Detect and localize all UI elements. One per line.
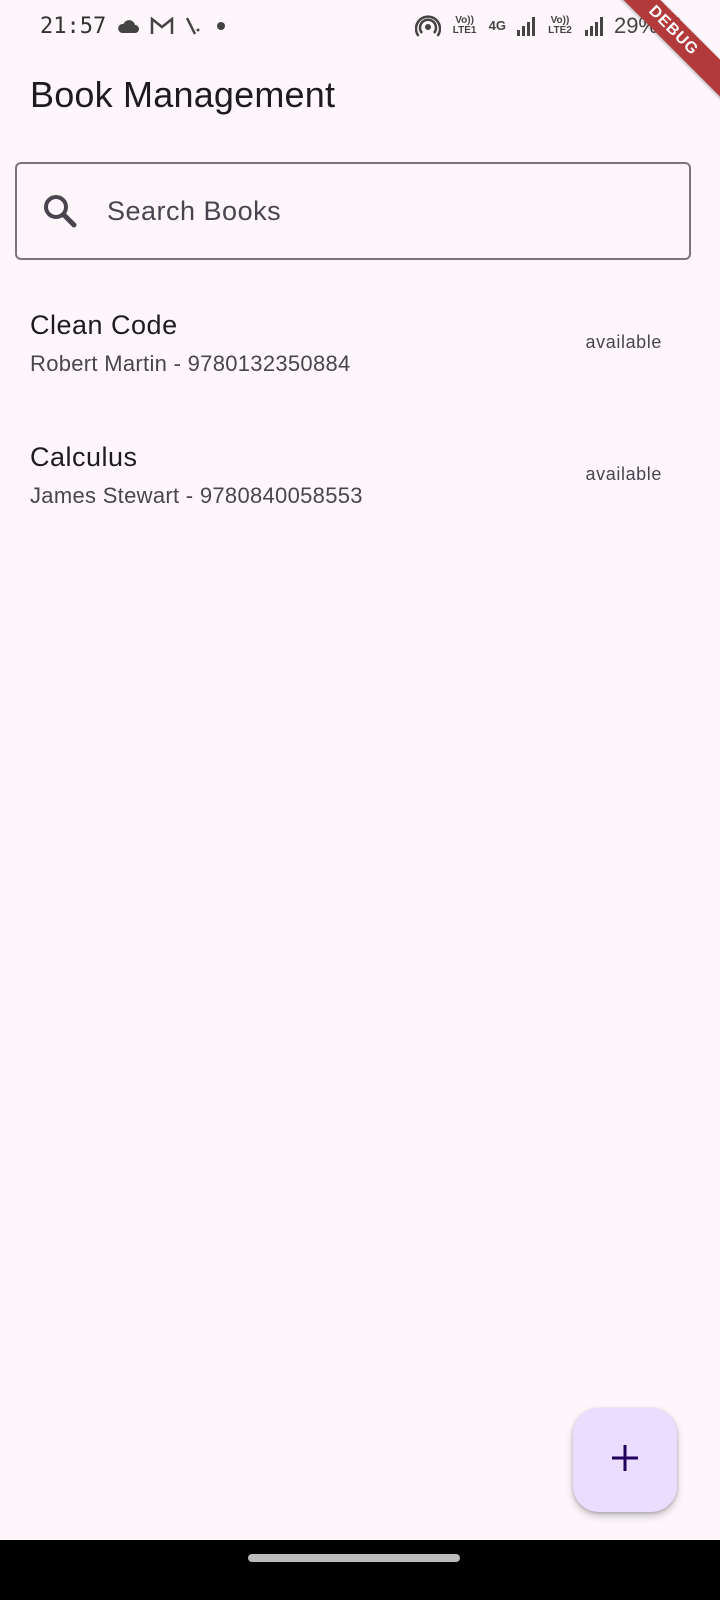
search-input[interactable]	[105, 194, 629, 228]
book-list: Clean Code Robert Martin - 9780132350884…	[0, 290, 720, 554]
page-title: Book Management	[30, 74, 336, 115]
cloud-icon	[116, 18, 140, 34]
book-author-isbn: James Stewart - 9780840058553	[30, 483, 363, 508]
signal1-icon	[516, 16, 536, 36]
status-time: 21:57	[40, 13, 107, 39]
book-status: available	[585, 464, 662, 484]
book-author-isbn: Robert Martin - 9780132350884	[30, 351, 351, 376]
home-gesture-handle[interactable]	[248, 1554, 460, 1562]
search-icon	[41, 192, 79, 230]
plus-icon	[610, 1443, 640, 1478]
status-bar: 21:57 Vo)) LTE1 4G Vo)) LTE2 29%	[0, 0, 720, 52]
signal2-icon	[584, 16, 604, 36]
hotspot-icon	[414, 15, 441, 37]
list-item[interactable]: Calculus James Stewart - 9780840058553 a…	[0, 422, 720, 554]
dot-icon	[214, 19, 228, 33]
search-field[interactable]	[15, 162, 691, 260]
4g-icon: 4G	[488, 18, 506, 33]
book-status: available	[585, 332, 662, 352]
status-left: 21:57	[40, 14, 228, 39]
system-nav-bar	[0, 1540, 720, 1600]
add-book-button[interactable]	[573, 1408, 677, 1512]
volte1-icon: Vo)) LTE1	[452, 15, 477, 36]
volte2-icon: Vo)) LTE2	[548, 15, 572, 36]
wrench-icon	[184, 16, 204, 36]
list-item[interactable]: Clean Code Robert Martin - 9780132350884…	[0, 290, 720, 422]
gmail-icon	[150, 17, 174, 35]
